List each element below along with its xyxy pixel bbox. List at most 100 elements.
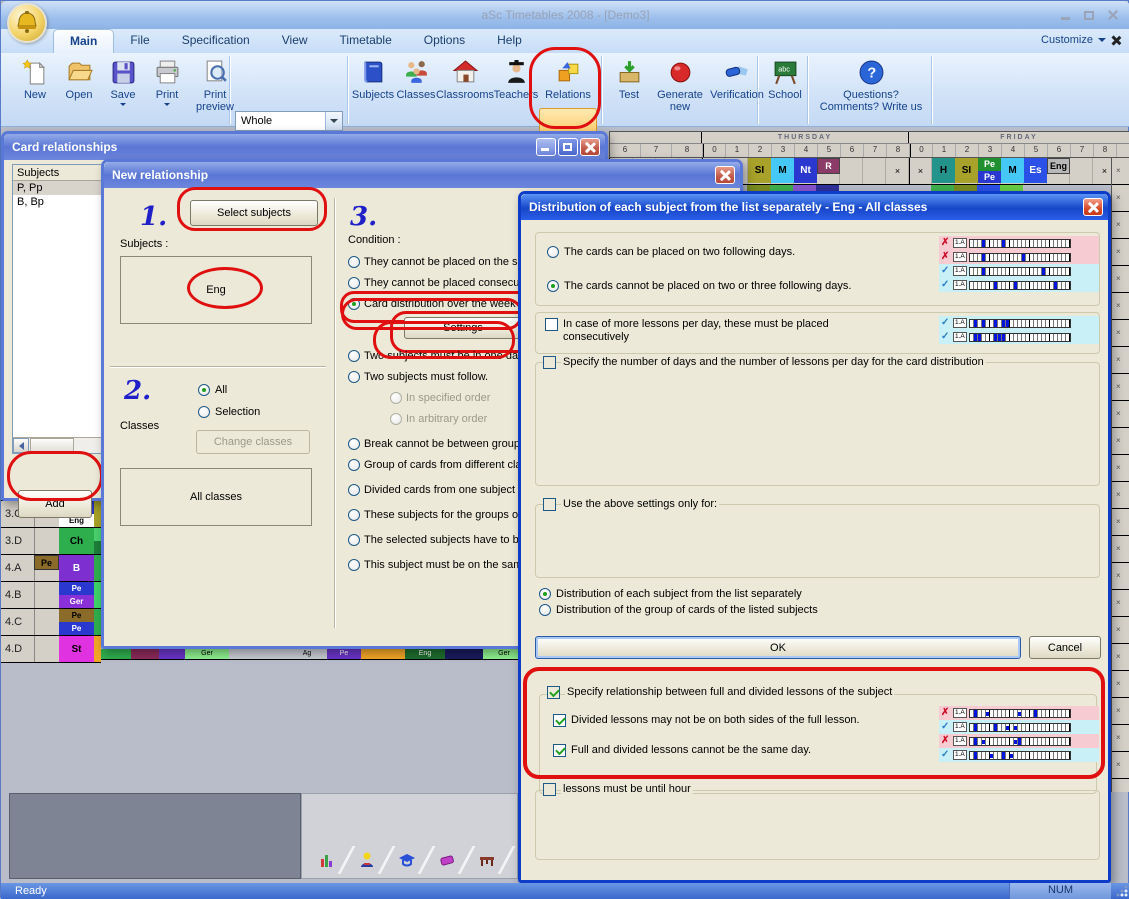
timetable-card[interactable]: PePe: [978, 158, 1001, 183]
timetable-card[interactable]: Nt: [794, 158, 817, 183]
same-day-option[interactable]: Full and divided lessons cannot be the s…: [553, 744, 903, 757]
timetable-card[interactable]: Ch: [59, 528, 94, 554]
subject-list-item[interactable]: B, Bp: [13, 195, 103, 209]
can-two-days-option[interactable]: The cards can be placed on two following…: [547, 246, 795, 258]
maximize-button[interactable]: [1080, 8, 1098, 22]
classes-all-option[interactable]: All: [198, 384, 227, 396]
subjects-list-header[interactable]: Subjects: [13, 165, 103, 181]
timetable-card[interactable]: M: [94, 636, 101, 662]
close-icon[interactable]: [1111, 36, 1120, 45]
radio-icon[interactable]: [539, 604, 551, 616]
mode-separately-option[interactable]: Distribution of each subject from the li…: [539, 588, 802, 600]
checkbox-icon[interactable]: [545, 318, 558, 331]
card-relationships-titlebar[interactable]: Card relationships: [4, 134, 605, 160]
teachers-button[interactable]: Teachers: [493, 57, 539, 123]
classes-button[interactable]: Classes: [395, 57, 437, 123]
customize-label[interactable]: Customize: [1041, 34, 1093, 46]
timetable-card[interactable]: Es: [1024, 158, 1047, 183]
print-preview-button[interactable]: Print preview: [189, 57, 241, 123]
new-relationship-titlebar[interactable]: New relationship: [104, 162, 740, 188]
save-button[interactable]: Save: [101, 57, 145, 123]
scroll-left-button[interactable]: [13, 438, 29, 453]
distribution-titlebar[interactable]: Distribution of each subject from the li…: [521, 194, 1108, 220]
subjects-button[interactable]: Subjects: [351, 57, 395, 123]
tab-help[interactable]: Help: [481, 29, 538, 53]
change-classes-button[interactable]: Change classes: [196, 430, 310, 454]
timetable-card[interactable]: GeCh: [94, 528, 101, 554]
ok-button[interactable]: OK: [535, 636, 1021, 659]
select-subjects-button[interactable]: Select subjects: [190, 200, 318, 226]
print-button[interactable]: Print: [145, 57, 189, 123]
divided-sides-option[interactable]: Divided lessons may not be on both sides…: [553, 714, 903, 727]
minimize-button[interactable]: [1056, 8, 1074, 22]
tab-timetable[interactable]: Timetable: [324, 29, 408, 53]
horizontal-scrollbar[interactable]: [13, 437, 103, 453]
app-bell-icon[interactable]: [7, 3, 47, 43]
test-button[interactable]: Test: [607, 57, 651, 123]
timetable-card[interactable]: G: [94, 609, 101, 635]
verification-button[interactable]: Verification: [709, 57, 765, 123]
class-name[interactable]: 4.D: [5, 643, 22, 655]
classrooms-button[interactable]: Classrooms: [437, 57, 493, 123]
radio-icon[interactable]: [539, 588, 551, 600]
minimize-button[interactable]: [536, 138, 556, 156]
timetable-card[interactable]: St: [59, 636, 94, 662]
timetable-card[interactable]: M: [1001, 158, 1024, 183]
scrollbar-thumb[interactable]: [30, 438, 74, 453]
until-hour-option[interactable]: lessons must be until hour: [543, 783, 693, 796]
full-divided-option[interactable]: Specify relationship between full and di…: [547, 686, 894, 699]
timetable-card[interactable]: R: [817, 158, 840, 174]
tab-options[interactable]: Options: [408, 29, 481, 53]
school-button[interactable]: abc School: [763, 57, 807, 123]
timetable-card[interactable]: SI: [955, 158, 978, 183]
close-button[interactable]: [580, 138, 600, 156]
radio-icon[interactable]: [547, 280, 559, 292]
timetable-card[interactable]: ×: [909, 158, 932, 183]
classes-selection-option[interactable]: Selection: [198, 406, 260, 418]
cannot-two-three-days-option[interactable]: The cards cannot be placed on two or thr…: [547, 280, 851, 292]
class-name[interactable]: 4.B: [5, 589, 22, 601]
timetable-card[interactable]: PeGer: [59, 582, 94, 608]
checkbox-icon[interactable]: [553, 744, 566, 757]
cancel-button[interactable]: Cancel: [1029, 636, 1101, 659]
use-settings-option[interactable]: Use the above settings only for:: [543, 498, 719, 511]
checkbox-icon[interactable]: [543, 498, 556, 511]
class-name[interactable]: 3.D: [5, 535, 22, 547]
timetable-card[interactable]: H: [932, 158, 955, 183]
checkbox-icon[interactable]: [553, 714, 566, 727]
specify-days-option[interactable]: Specify the number of days and the numbe…: [543, 356, 986, 369]
timetable-card[interactable]: M: [94, 582, 101, 608]
subject-list-item[interactable]: P, Pp: [13, 181, 103, 195]
questions-button[interactable]: ? Questions? Comments? Write us: [813, 57, 929, 123]
timetable-card[interactable]: P: [94, 555, 101, 581]
close-button[interactable]: [715, 166, 735, 184]
customize-control[interactable]: Customize: [1041, 34, 1120, 46]
mode-group-option[interactable]: Distribution of the group of cards of th…: [539, 604, 818, 616]
add-button[interactable]: Add: [18, 490, 92, 518]
generate-new-button[interactable]: Generate new: [651, 57, 709, 123]
tab-view[interactable]: View: [266, 29, 324, 53]
tab-specification[interactable]: Specification: [166, 29, 266, 53]
maximize-button[interactable]: [558, 138, 578, 156]
timetable-card[interactable]: Pe: [34, 555, 59, 570]
new-button[interactable]: New: [13, 57, 57, 123]
timetable-card[interactable]: Eng: [1047, 158, 1070, 174]
tab-main[interactable]: Main: [53, 29, 114, 53]
class-name[interactable]: 4.A: [5, 562, 22, 574]
view-select-arrow[interactable]: [325, 112, 342, 130]
tab-file[interactable]: File: [114, 29, 165, 53]
class-name[interactable]: 4.C: [5, 616, 22, 628]
close-button[interactable]: [1083, 198, 1103, 216]
relations-button[interactable]: Relations: [541, 57, 595, 123]
timetable-card[interactable]: S: [94, 501, 101, 527]
checkbox-icon[interactable]: [543, 783, 556, 796]
radio-icon[interactable]: [198, 406, 210, 418]
timetable-card[interactable]: PePe: [59, 609, 94, 635]
open-button[interactable]: Open: [57, 57, 101, 123]
radio-icon[interactable]: [198, 384, 210, 396]
chevron-down-icon[interactable]: [1098, 38, 1106, 42]
view-select[interactable]: Whole: [235, 111, 343, 131]
checkbox-icon[interactable]: [547, 686, 560, 699]
radio-icon[interactable]: [547, 246, 559, 258]
save-dropdown-arrow[interactable]: [120, 103, 126, 106]
